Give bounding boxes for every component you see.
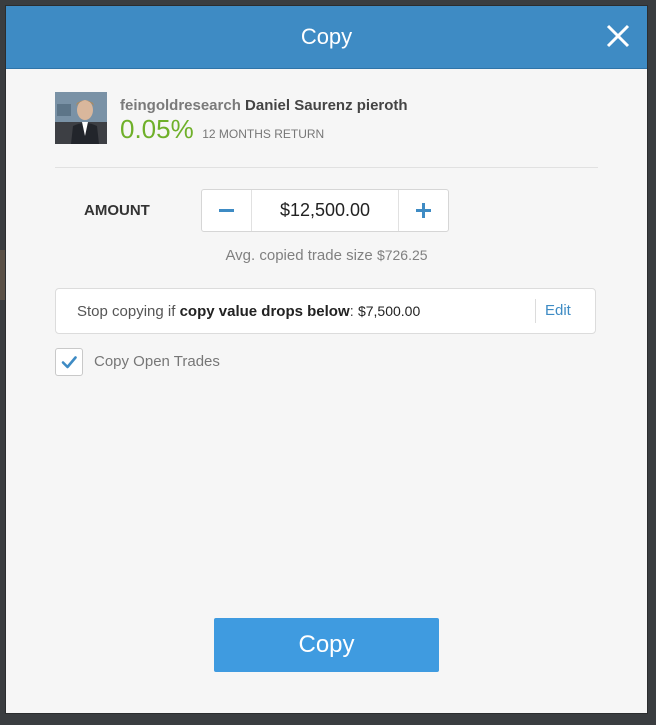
checkmark-icon (61, 356, 77, 369)
section-divider (55, 167, 598, 168)
copy-dialog: Copy feingoldresearch Daniel Saurenz pie… (6, 6, 647, 713)
dialog-title: Copy (300, 24, 353, 49)
avg-trade-size-value: $726.25 (376, 247, 428, 263)
decrease-amount-button[interactable] (202, 190, 252, 231)
avg-trade-size-label: Avg. copied trade size (225, 247, 373, 264)
stop-loss-condition: copy value drops below (179, 303, 350, 320)
dialog-header: Copy (6, 6, 647, 69)
trader-info: feingoldresearch Daniel Saurenz pieroth … (55, 92, 598, 144)
return-value: 0.05% (120, 114, 194, 144)
copy-submit-button[interactable]: Copy (214, 618, 439, 672)
edit-separator (535, 299, 536, 323)
amount-input[interactable]: $12,500.00 (251, 190, 399, 231)
minus-icon (219, 209, 234, 212)
return-label: 12 MONTHS RETURN (202, 127, 325, 141)
avg-trade-size-note: Avg. copied trade size $726.25 (6, 247, 647, 264)
amount-label: AMOUNT (84, 202, 150, 219)
close-icon[interactable] (603, 21, 633, 51)
return-row: 0.05% 12 MONTHS RETURN (120, 114, 324, 145)
copy-open-trades-label: Copy Open Trades (94, 353, 220, 370)
amount-stepper: $12,500.00 (201, 189, 449, 232)
trader-full-name: Daniel Saurenz pieroth (245, 97, 408, 114)
stop-loss-value: $7,500.00 (357, 303, 421, 319)
plus-icon (416, 203, 431, 218)
trader-avatar[interactable] (55, 92, 107, 144)
stop-loss-colon: : (349, 303, 354, 320)
stop-loss-box: Stop copying if copy value drops below: … (55, 288, 596, 334)
trader-name-line: feingoldresearch Daniel Saurenz pieroth (120, 97, 408, 114)
stop-loss-prefix: Stop copying if (77, 303, 176, 320)
increase-amount-button[interactable] (398, 190, 448, 231)
trader-username[interactable]: feingoldresearch (120, 97, 241, 114)
stop-loss-text: Stop copying if copy value drops below: … (77, 289, 420, 334)
edit-stop-loss-link[interactable]: Edit (545, 289, 571, 333)
copy-open-trades-checkbox[interactable] (55, 348, 83, 376)
